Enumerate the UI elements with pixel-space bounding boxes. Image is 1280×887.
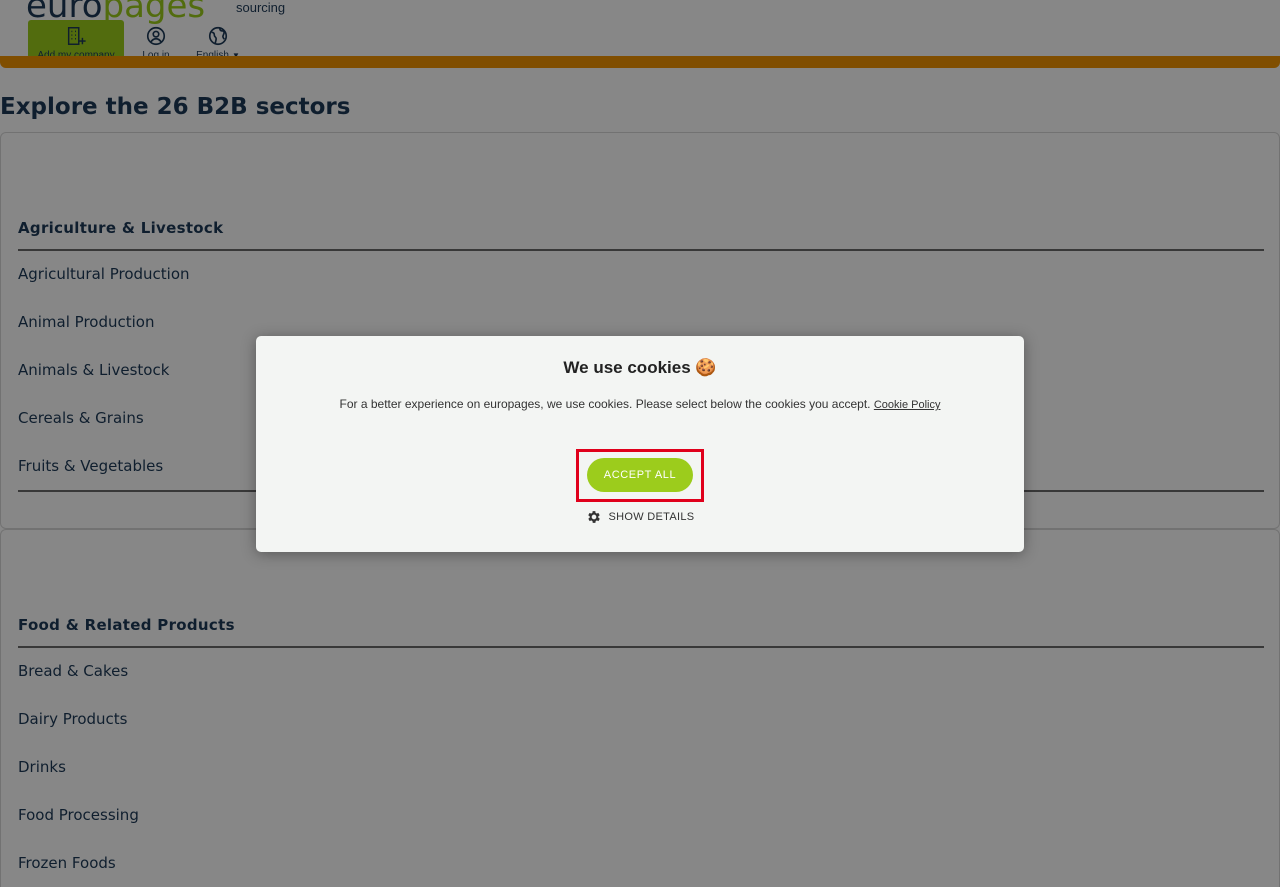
cookie-dialog-text: For a better experience on europages, we… (339, 397, 941, 411)
cookie-policy-link[interactable]: Cookie Policy (874, 399, 941, 411)
gear-icon (587, 511, 600, 523)
accept-all-button[interactable]: ACCEPT ALL (587, 458, 693, 492)
show-details-button[interactable]: SHOW DETAILS (256, 509, 1024, 525)
cookie-consent-dialog: We use cookies 🍪 For a better experience… (256, 336, 1024, 552)
show-details-label: SHOW DETAILS (608, 511, 695, 523)
cookie-dialog-title: We use cookies 🍪 (563, 358, 717, 377)
